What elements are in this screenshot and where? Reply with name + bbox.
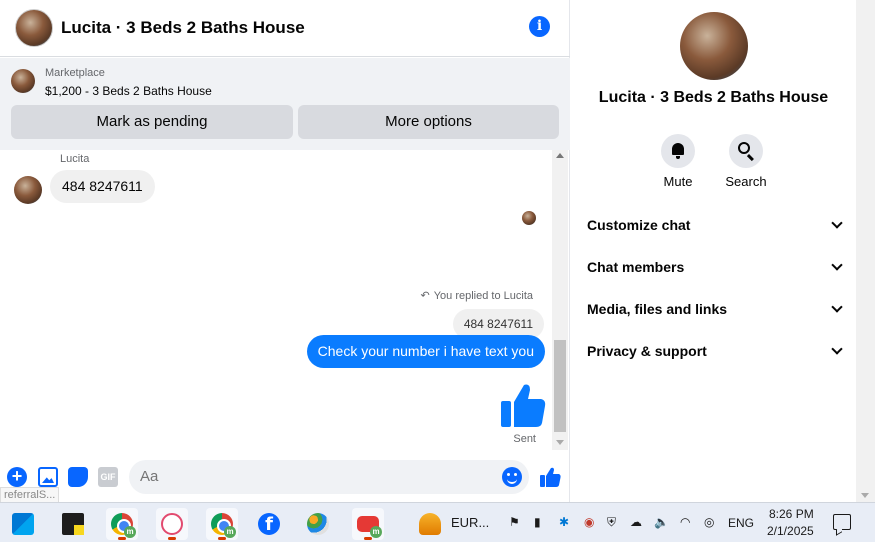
taskbar-youtube[interactable]: m [352,508,384,540]
chevron-down-icon [831,343,843,355]
clock-time[interactable]: 8:26 PM [769,507,814,521]
battery-icon[interactable]: ▮ [534,515,541,529]
chat-header: Lucita · 3 Beds 2 Baths House i [0,0,570,57]
sticky-notes-icon [62,513,84,535]
listing-source: Marketplace [45,67,105,79]
section-customize-chat[interactable]: Customize chat [587,210,845,240]
section-media-files-links[interactable]: Media, files and links [587,294,845,324]
search-icon [738,142,750,154]
outgoing-message[interactable]: Check your number i have text you [306,335,545,368]
taskbar-facebook[interactable]: f [253,508,285,540]
section-label: Privacy & support [587,343,707,359]
profile-badge-icon: m [124,526,136,538]
app-tray-icon[interactable]: ◉ [584,515,594,529]
tooltip-fragment: referralS... [0,487,60,503]
window-scrollbar[interactable] [856,0,875,502]
taskbar-store[interactable] [7,508,39,540]
chevron-down-icon [831,301,843,313]
info-title: Lucita · 3 Beds 2 Baths House [598,89,829,106]
clock-date[interactable]: 2/1/2025 [767,524,814,538]
notification-icon[interactable] [833,514,851,530]
profile-badge-icon: m [224,526,236,538]
messenger-window: Lucita · 3 Beds 2 Baths House i Marketpl… [0,0,875,503]
sender-avatar[interactable] [14,176,42,204]
taskbar-chrome[interactable]: m [106,508,138,540]
emoji-icon[interactable] [502,467,522,487]
send-like-icon[interactable] [539,466,561,488]
sent-status: Sent [513,433,536,445]
language-indicator[interactable]: ENG [728,516,754,530]
sticker-icon[interactable] [68,467,88,487]
reply-note: ↶ You replied to Lucita [420,289,534,303]
scroll-down-arrow-icon[interactable] [861,493,869,498]
taskbar-snipping-tool[interactable] [156,508,188,540]
contact-avatar[interactable] [15,9,53,47]
taskbar-sticky-notes[interactable] [57,508,89,540]
section-label: Chat members [587,259,685,275]
info-avatar[interactable] [680,12,748,80]
chat-scrollbar[interactable] [552,150,568,450]
taskbar: m m f m EUR... ⚑ ▮ ✱ ◉ ⛨ ☁ 🔈 ◠ ◎ ENG 8:2… [0,502,875,542]
scroll-up-arrow-icon[interactable] [556,153,564,158]
reply-note-text: You replied to Lucita [433,289,533,302]
meet-icon[interactable]: ◎ [704,515,714,529]
plus-icon[interactable]: + [7,467,27,487]
scroll-thumb[interactable] [554,340,566,432]
taskbar-chrome-profile[interactable]: m [206,508,238,540]
info-panel: Lucita · 3 Beds 2 Baths House Mute Searc… [571,0,856,502]
reply-icon: ↶ [420,290,430,302]
taskbar-coin[interactable] [414,508,446,540]
mute-circle[interactable] [661,134,695,168]
search-label: Search [725,174,767,189]
incoming-message[interactable]: 484 8247611 [50,170,155,203]
chat-title[interactable]: Lucita · 3 Beds 2 Baths House [61,18,305,38]
chat-pane: Lucita · 3 Beds 2 Baths House i Marketpl… [0,0,570,502]
security-alert-icon[interactable]: ⚑ [509,515,520,529]
profile-badge-icon: m [370,526,382,538]
mark-as-pending-button[interactable]: Mark as pending [11,105,293,139]
section-label: Media, files and links [587,301,728,317]
bluetooth-icon[interactable]: ✱ [559,515,569,529]
eur-label[interactable]: EUR... [451,515,489,530]
composer: + GIF [0,455,570,501]
listing-thumbnail[interactable] [11,69,35,93]
section-privacy-support[interactable]: Privacy & support [587,336,845,366]
bell-icon [672,143,684,159]
sender-name: Lucita [60,153,90,165]
mute-button[interactable]: Mute [648,134,708,189]
shield-icon[interactable]: ⛨ [607,515,616,530]
facebook-icon: f [258,513,280,535]
cloud-off-icon[interactable]: ☁ [630,515,642,529]
snip-icon [161,513,183,535]
chevron-down-icon [831,259,843,271]
scroll-down-arrow-icon[interactable] [556,440,564,445]
taskbar-paint[interactable] [302,508,334,540]
listing-title[interactable]: $1,200 - 3 Beds 2 Baths House [45,84,212,98]
info-icon[interactable]: i [529,16,550,37]
section-chat-members[interactable]: Chat members [587,252,845,282]
message-input[interactable] [129,460,529,494]
gif-icon[interactable]: GIF [98,467,118,487]
photo-icon[interactable] [38,467,58,487]
seen-indicator [522,211,536,225]
search-circle[interactable] [729,134,763,168]
wifi-icon[interactable]: ◠ [680,515,690,529]
listing-banner: Marketplace $1,200 - 3 Beds 2 Baths Hous… [0,58,570,150]
section-label: Customize chat [587,217,691,233]
volume-icon[interactable]: 🔈 [654,515,669,529]
chevron-down-icon [831,217,843,229]
coin-icon [419,513,441,535]
search-button[interactable]: Search [716,134,776,189]
message-list: Lucita 484 8247611 ↶ You replied to Luci… [0,150,552,450]
paint-icon [307,513,329,535]
store-icon [12,513,34,535]
thumbs-up-icon[interactable] [499,381,547,429]
mute-label: Mute [663,174,693,189]
more-options-button[interactable]: More options [298,105,559,139]
